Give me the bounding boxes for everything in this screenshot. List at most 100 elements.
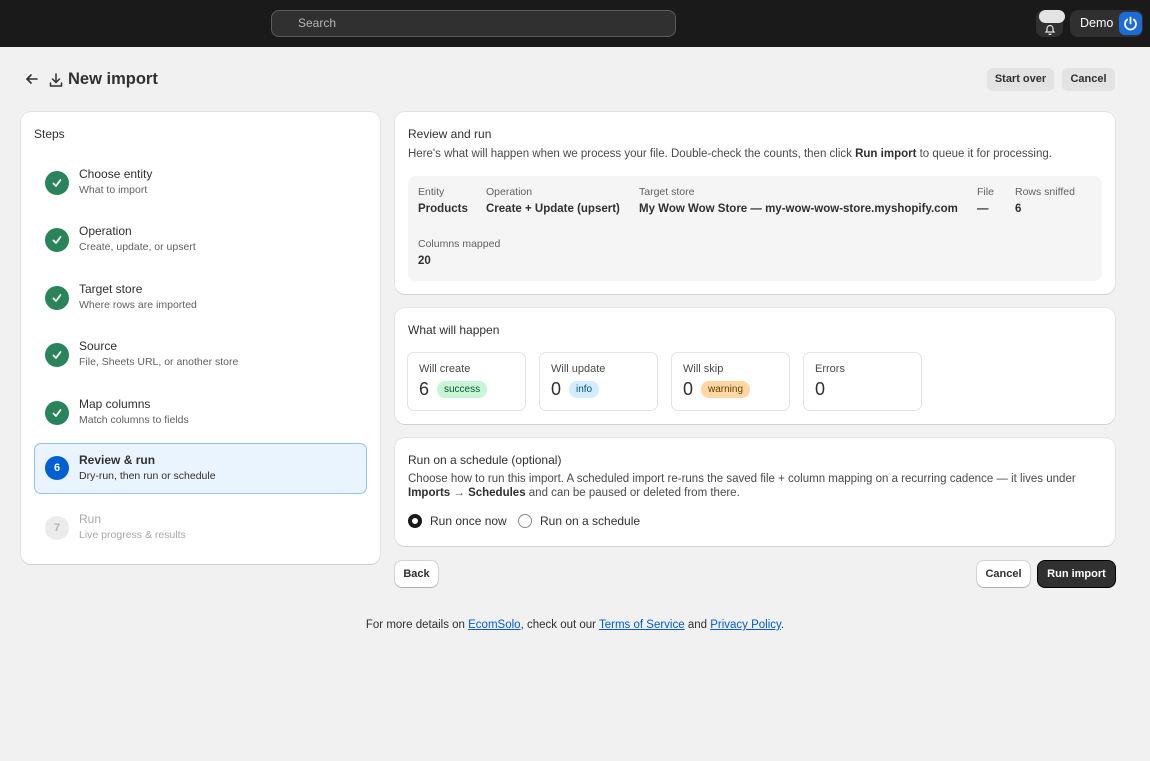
step-review-and-run[interactable]: 6 Review & run Dry-run, then run or sche… [34,443,367,494]
search-placeholder: Search [298,16,337,30]
back-button[interactable]: Back [395,561,438,587]
page-title: New import [68,70,158,88]
step-title: Operation [79,224,132,238]
step-choose-entity[interactable]: Choose entity What to import [34,158,367,209]
search-icon [281,18,292,29]
check-icon [52,236,62,244]
step-operation[interactable]: Operation Create, update, or upsert [34,215,367,266]
step-complete-indicator [45,401,69,425]
cancel-button[interactable]: Cancel [1062,68,1115,91]
schedule-desc-arrow: → [450,487,469,499]
terms-of-service-link[interactable]: Terms of Service [599,619,685,631]
step-complete-indicator [45,228,69,252]
step-subtitle: Dry-run, then run or schedule [79,470,216,482]
step-subtitle: Create, update, or upsert [79,241,196,253]
step-complete-indicator [45,171,69,195]
file-value: — [977,203,989,215]
schedule-heading: Run on a schedule (optional) [408,453,562,467]
stat-value: 0 [683,379,694,399]
review-heading: Review and run [408,127,492,141]
run-import-button[interactable]: Run import [1038,561,1115,587]
step-title: Run [79,512,102,526]
back-arrow-icon[interactable] [24,71,40,87]
user-name: Demo [1080,16,1114,30]
file-label: File [977,186,994,198]
entity-label: Entity [418,186,445,198]
rows-sniffed-value: 6 [1015,203,1022,215]
operation-label: Operation [486,186,533,198]
schedule-card: Run on a schedule (optional) Choose how … [395,438,1115,546]
stat-errors: Errors 0 [803,352,922,411]
footer: For more details on EcomSolo, check out … [0,619,1150,631]
schedule-description: Choose how to run this import. A schedul… [408,472,1108,500]
step-target-store[interactable]: Target store Where rows are imported [34,273,367,324]
power-icon [1124,16,1137,31]
footer-text: For more details on [365,619,469,631]
stat-label: Will skip [683,363,724,375]
step-subtitle: Live progress & results [79,529,186,541]
check-icon [52,179,62,187]
success-badge: success [437,381,488,398]
radio-unselected-dot [518,514,532,528]
step-subtitle: What to import [79,184,148,196]
steps-card: Steps Choose entity What to import Opera… [21,112,380,564]
run-on-schedule-label: Run on a schedule [540,514,641,528]
cancel-bottom-button[interactable]: Cancel [977,561,1030,587]
footer-text: , check out our [520,619,599,631]
review-card: Review and run Here's what will happen w… [395,112,1115,294]
what-will-happen-heading: What will happen [408,323,500,337]
step-number-indicator: 7 [45,516,69,540]
user-menu-button[interactable]: Demo [1070,10,1143,37]
bell-icon [1044,24,1056,36]
steps-title: Steps [34,127,65,141]
privacy-policy-link[interactable]: Privacy Policy [710,619,781,631]
footer-text: and [684,619,711,631]
columns-mapped-value: 20 [418,255,431,267]
import-icon [49,73,63,87]
step-number-indicator: 6 [45,456,69,480]
stat-value: 6 [419,379,430,399]
entity-value: Products [418,203,468,215]
step-run[interactable]: 7 Run Live progress & results [34,503,367,554]
step-title: Map columns [79,397,151,411]
step-title: Review & run [79,453,156,467]
top-bar: Search Demo [0,0,1150,47]
warning-badge: warning [701,381,751,398]
search-input[interactable]: Search [271,10,676,37]
schedule-desc-schedules: Schedules [468,487,526,499]
stat-label: Will update [551,363,606,375]
notifications-button[interactable] [1036,10,1065,37]
stat-label: Errors [815,363,845,375]
start-over-button[interactable]: Start over [987,68,1054,91]
avatar [1119,12,1142,35]
review-desc-text-end: to queue it for processing. [916,148,1052,160]
schedule-desc-imports: Imports [408,487,451,499]
target-store-value: My Wow Wow Store — my-wow-wow-store.mysh… [639,203,958,215]
step-map-columns[interactable]: Map columns Match columns to fields [34,388,367,439]
stat-label: Will create [419,363,471,375]
step-subtitle: File, Sheets URL, or another store [79,356,239,368]
what-will-happen-card: What will happen Will create 6 success W… [395,308,1115,424]
step-title: Source [79,339,118,353]
step-title: Target store [79,282,143,296]
stat-will-update: Will update 0 info [539,352,658,411]
review-desc-text: Here's what will happen when we process … [408,148,856,160]
review-desc-bold: Run import [855,148,917,160]
step-number: 7 [53,522,61,534]
radio-selected-dot [408,514,422,528]
ecomsolo-link[interactable]: EcomSolo [468,619,520,631]
review-description: Here's what will happen when we process … [408,148,1052,160]
step-complete-indicator [45,343,69,367]
stat-value: 0 [551,379,562,399]
info-badge: info [569,381,600,398]
notification-badge [1039,10,1065,23]
step-source[interactable]: Source File, Sheets URL, or another stor… [34,330,367,381]
footer-text: . [780,619,785,631]
stat-value: 0 [815,379,826,399]
stat-will-skip: Will skip 0 warning [671,352,790,411]
check-icon [52,409,62,417]
step-subtitle: Match columns to fields [79,414,189,426]
step-title: Choose entity [79,167,153,181]
schedule-desc-text-end: and can be paused or deleted from there. [525,487,740,499]
rows-sniffed-label: Rows sniffed [1015,186,1075,198]
